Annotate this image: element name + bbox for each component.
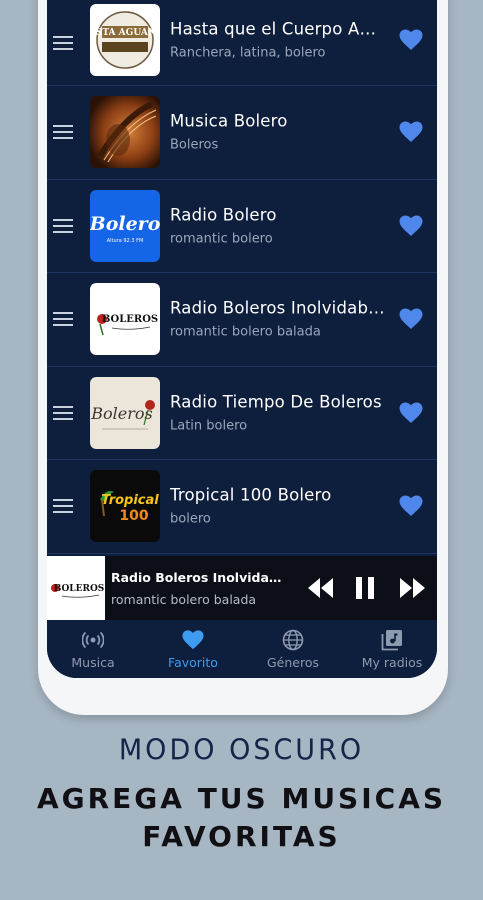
drag-handle-icon[interactable] (53, 125, 73, 140)
station-row-hasta-que-el-cuerpo[interactable]: HASTA AGUANTE Hasta que el Cuerpo Ag... … (47, 0, 437, 86)
globe-icon (282, 629, 304, 651)
drag-handle-icon[interactable] (53, 218, 73, 233)
nav-tab-favorito[interactable]: Favorito (153, 620, 233, 678)
station-genres: bolero (170, 511, 211, 527)
station-info: Radio Bolero romantic bolero (170, 205, 385, 246)
station-genres: Ranchera, latina, bolero (170, 45, 326, 61)
favorite-heart-icon[interactable] (399, 495, 423, 517)
station-title: Hasta que el Cuerpo Ag... (170, 19, 385, 39)
player-info: Radio Boleros Inolvidables romantic bole… (111, 570, 286, 607)
station-info: Radio Boleros Inolvidabl... romantic bol… (170, 299, 385, 340)
player-subtitle: romantic bolero balada (111, 591, 257, 607)
logo-text-tropical: Tropical (101, 493, 159, 508)
drag-handle-icon[interactable] (53, 312, 73, 327)
station-info: Musica Bolero Boleros (170, 112, 385, 153)
station-genres: Boleros (170, 137, 219, 153)
favorite-heart-icon[interactable] (399, 29, 423, 51)
station-genres: Latin bolero (170, 418, 248, 434)
station-title: Radio Boleros Inolvidabl... (170, 298, 385, 318)
station-row-tropical-100-bolero[interactable]: Tropical 100 Tropical 100 Bolero bolero (47, 460, 437, 554)
radio-waves-icon (82, 631, 104, 649)
station-genres: romantic bolero (170, 231, 273, 247)
logo-subtext-tropical: 100 (119, 508, 148, 524)
station-title: Radio Bolero (170, 205, 277, 225)
station-logo: Boleros (90, 376, 160, 449)
player-title: Radio Boleros Inolvidables (111, 569, 286, 585)
favorites-list: HASTA AGUANTE Hasta que el Cuerpo Ag... … (47, 0, 437, 554)
nav-tab-generos[interactable]: Géneros (253, 620, 333, 678)
mini-player[interactable]: BOLEROS Radio Boleros Inolvidables roman… (47, 556, 437, 620)
station-logo: Tropical 100 (90, 470, 160, 543)
favorite-heart-icon[interactable] (399, 402, 423, 424)
drag-handle-icon[interactable] (53, 405, 73, 420)
player-logo-text: BOLEROS (54, 584, 105, 594)
nav-tab-my-radios[interactable]: My radios (352, 620, 432, 678)
station-logo: Bolero Altura 92.3 FM (90, 189, 160, 262)
caption-dark-mode: MODO OSCURO (118, 734, 365, 767)
favorite-heart-icon[interactable] (399, 121, 423, 143)
logo-text-hasta: HASTA AGUANTE (90, 28, 160, 38)
station-row-radio-bolero[interactable]: Bolero Altura 92.3 FM Radio Bolero roman… (47, 180, 437, 273)
logo-text-bolero: Bolero (90, 213, 160, 235)
station-logo (90, 96, 160, 169)
station-row-musica-bolero[interactable]: Musica Bolero Boleros (47, 86, 437, 180)
nav-label: Favorito (168, 655, 218, 670)
caption-add-favorites: AGREGA TUS MUSICAS FAVORITAS (0, 780, 483, 856)
station-row-radio-boleros-inolvidables[interactable]: BOLEROS Radio Boleros Inolvidabl... roma… (47, 273, 437, 367)
drag-handle-icon[interactable] (53, 35, 73, 50)
nav-label: Musica (71, 655, 115, 670)
station-genres: romantic bolero balada (170, 324, 321, 340)
bottom-navigation: Musica Favorito Géneros My radios (47, 620, 437, 678)
station-info: Radio Tiempo De Boleros Latin bolero (170, 392, 385, 433)
station-title: Tropical 100 Bolero (170, 485, 332, 505)
caption-line-3: FAVORITAS (142, 820, 341, 853)
app-screen: HASTA AGUANTE Hasta que el Cuerpo Ag... … (47, 0, 437, 678)
heart-icon (182, 630, 204, 650)
station-row-radio-tiempo-de-boleros[interactable]: Boleros Radio Tiempo De Boleros Latin bo… (47, 367, 437, 460)
next-icon[interactable] (399, 576, 427, 600)
previous-icon[interactable] (306, 576, 334, 600)
station-info: Hasta que el Cuerpo Ag... Ranchera, lati… (170, 20, 385, 61)
station-logo: BOLEROS (90, 283, 160, 356)
logo-subtext-bolero: Altura 92.3 FM (107, 238, 144, 244)
nav-tab-musica[interactable]: Musica (53, 620, 133, 678)
caption-line-2: AGREGA TUS MUSICAS (36, 782, 447, 815)
pause-icon[interactable] (354, 576, 376, 600)
logo-text-boleros: BOLEROS (102, 314, 158, 325)
favorite-heart-icon[interactable] (399, 215, 423, 237)
logo-text-tiempo: Boleros (90, 404, 152, 423)
drag-handle-icon[interactable] (53, 499, 73, 514)
station-logo: HASTA AGUANTE (90, 4, 160, 76)
library-music-icon (381, 630, 402, 651)
favorite-heart-icon[interactable] (399, 308, 423, 330)
station-info: Tropical 100 Bolero bolero (170, 486, 385, 527)
station-title: Radio Tiempo De Boleros (170, 392, 382, 412)
nav-label: Géneros (266, 655, 319, 670)
nav-label: My radios (361, 655, 423, 670)
player-station-logo: BOLEROS (47, 556, 105, 620)
station-title: Musica Bolero (170, 111, 288, 131)
